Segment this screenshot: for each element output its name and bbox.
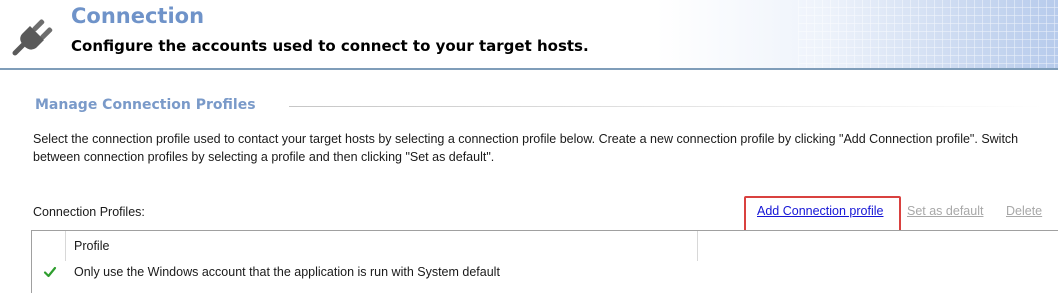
column-separator xyxy=(697,231,698,261)
page-title: Connection xyxy=(71,4,205,28)
connection-profiles-label: Connection Profiles: xyxy=(33,205,145,219)
add-connection-profile-link[interactable]: Add Connection profile xyxy=(757,204,883,218)
profile-name: Only use the Windows account that the ap… xyxy=(74,265,500,279)
checkmark-icon xyxy=(43,266,57,278)
column-header-profile[interactable]: Profile xyxy=(74,239,109,253)
column-separator xyxy=(65,231,66,261)
set-as-default-link[interactable]: Set as default xyxy=(907,204,983,218)
delete-link[interactable]: Delete xyxy=(1006,204,1042,218)
page-header: Connection Configure the accounts used t… xyxy=(0,0,1058,70)
profiles-table: Profile Only use the Windows account tha… xyxy=(31,230,1058,293)
table-row[interactable]: Only use the Windows account that the ap… xyxy=(32,261,1058,285)
header-pattern xyxy=(798,0,1058,68)
page-subtitle: Configure the accounts used to connect t… xyxy=(71,37,589,55)
section-description: Select the connection profile used to co… xyxy=(33,132,1019,164)
section-divider xyxy=(289,106,1044,107)
plug-icon xyxy=(12,19,53,56)
section-title: Manage Connection Profiles xyxy=(35,97,256,113)
